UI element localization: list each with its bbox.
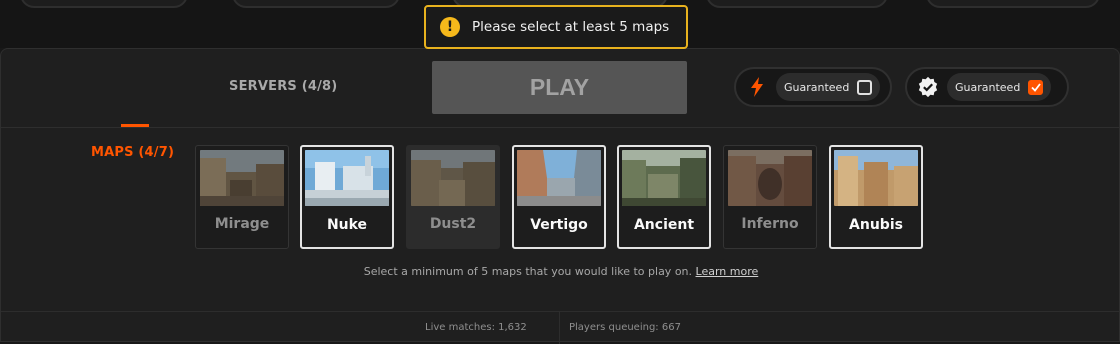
map-name: Inferno [741,216,799,232]
tab-servers[interactable]: SERVERS (4/8) [229,79,337,94]
map-card-ancient[interactable]: Ancient [617,145,711,249]
verified-badge-icon [917,76,939,98]
map-card-inferno[interactable]: Inferno [723,145,817,249]
map-name: Vertigo [530,217,588,233]
guaranteed-option[interactable]: Guaranteed [776,73,881,101]
map-thumbnail-ancient [622,150,706,206]
queue-panel: MAPS (4/7) SERVERS (4/8) PLAY Guaranteed… [0,48,1120,344]
guaranteed-option[interactable]: Guaranteed [947,73,1052,101]
learn-more-link[interactable]: Learn more [696,265,759,278]
hint-text: Select a minimum of 5 maps that you woul… [363,265,693,278]
stats-divider [559,312,560,344]
map-thumbnail-nuke [305,150,389,206]
map-card-mirage[interactable]: Mirage [195,145,289,249]
map-card-nuke[interactable]: Nuke [300,145,394,249]
map-picker: Mirage Nuke Dust2 Vertigo Ancient Infern… [195,145,935,249]
top-mode-pill-1[interactable] [20,0,188,8]
top-mode-pill-5[interactable] [926,0,1100,8]
map-selection-hint: Select a minimum of 5 maps that you woul… [1,265,1120,278]
map-thumbnail-vertigo [517,150,601,206]
map-thumbnail-inferno [728,150,812,206]
map-name: Dust2 [429,216,477,232]
map-card-dust2[interactable]: Dust2 [406,145,500,249]
toast-message: Please select at least 5 maps [472,19,670,35]
map-name: Ancient [633,217,695,233]
lightning-icon [746,76,768,98]
top-mode-pill-2[interactable] [232,0,400,8]
guaranteed-checkbox-checked[interactable] [1028,79,1044,95]
panel-header: MAPS (4/7) SERVERS (4/8) PLAY Guaranteed… [1,49,1119,160]
play-button[interactable]: PLAY [432,61,687,114]
guaranteed-label: Guaranteed [784,80,850,94]
check-icon [1031,82,1041,92]
live-matches-stat: Live matches: 1,632 [425,322,527,333]
map-thumbnail-mirage [200,150,284,206]
warning-toast: ! Please select at least 5 maps [424,5,688,49]
guaranteed-checkbox[interactable] [857,79,873,95]
top-mode-pill-4[interactable] [706,0,888,8]
map-thumbnail-dust2 [411,150,495,206]
active-tab-indicator [121,124,149,127]
map-card-anubis[interactable]: Anubis [829,145,923,249]
guaranteed-toggle-lightning[interactable]: Guaranteed [734,67,892,107]
map-card-vertigo[interactable]: Vertigo [512,145,606,249]
map-name: Nuke [326,217,368,233]
guaranteed-label: Guaranteed [955,80,1021,94]
queue-stats: Live matches: 1,632 Players queueing: 66… [1,311,1119,344]
players-queueing-stat: Players queueing: 667 [569,322,681,333]
map-name: Mirage [214,216,270,232]
guaranteed-toggle-verified[interactable]: Guaranteed [905,67,1069,107]
warning-icon: ! [440,17,460,37]
map-thumbnail-anubis [834,150,918,206]
map-name: Anubis [849,217,903,233]
